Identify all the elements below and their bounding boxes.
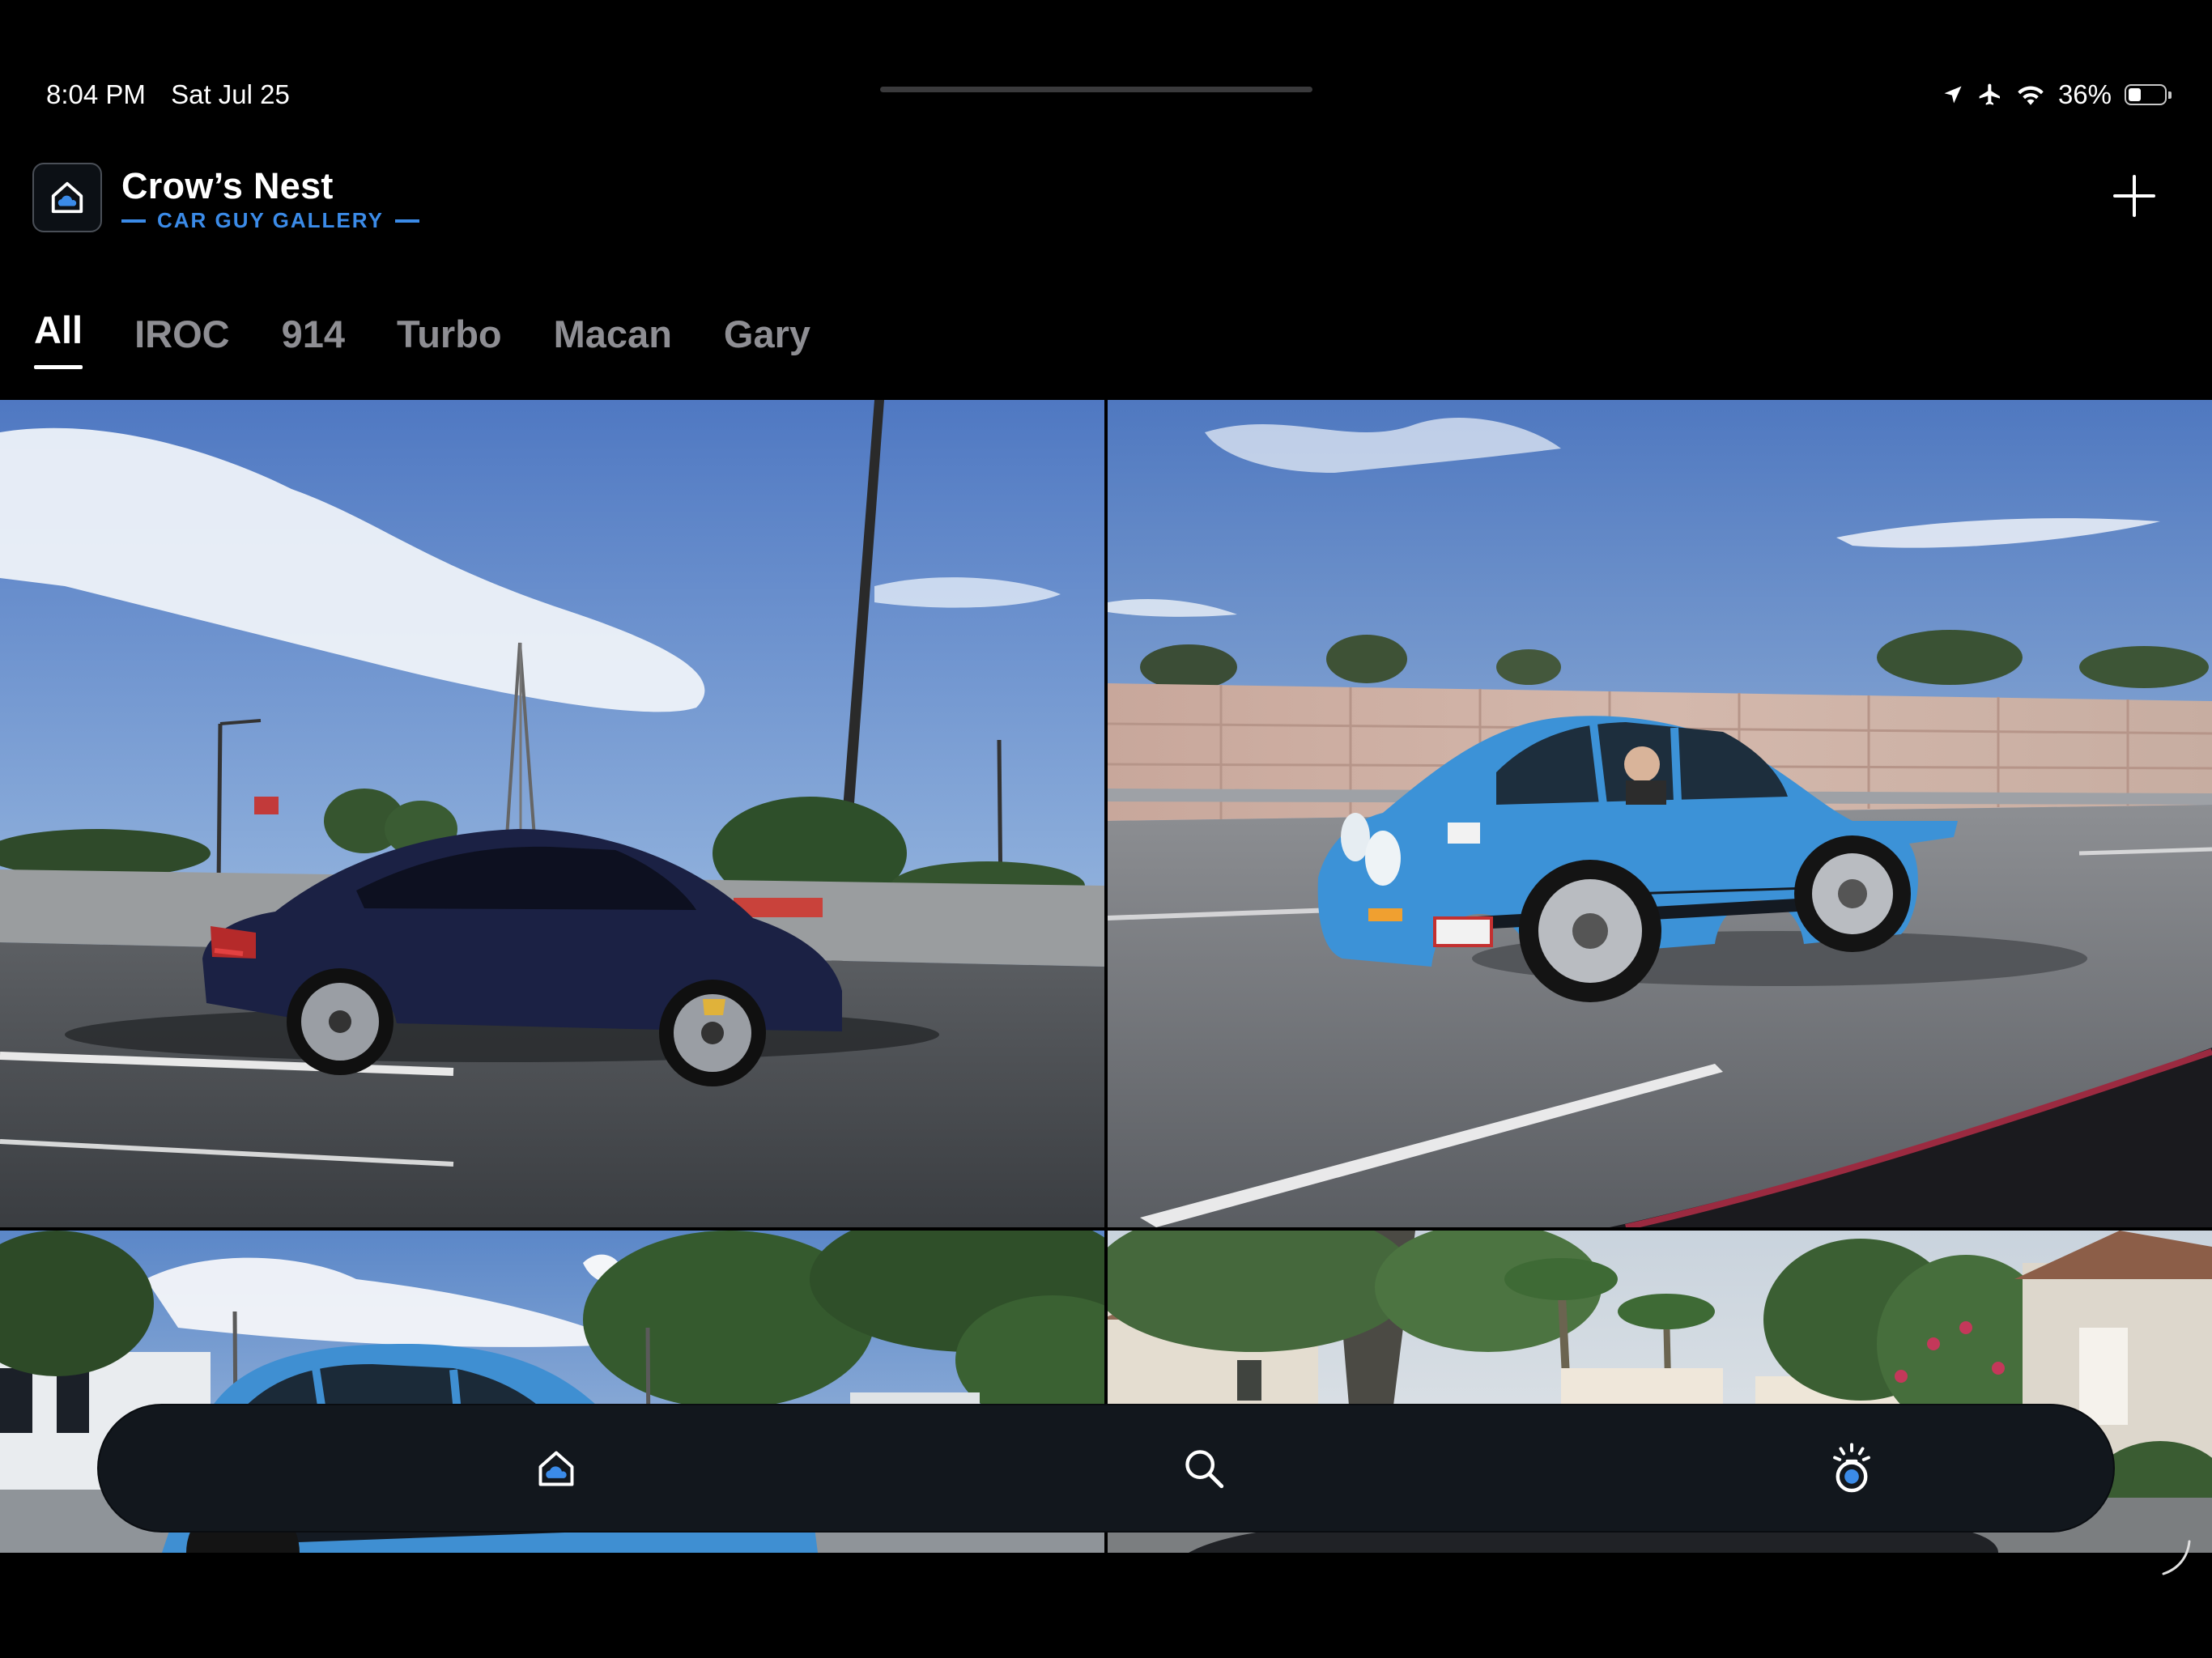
tab-macan[interactable]: Macan (554, 291, 672, 356)
tab-label: Turbo (396, 312, 502, 355)
active-tab-indicator (34, 365, 83, 369)
category-tabs: All IROC 914 Turbo Macan Gary (34, 291, 810, 369)
battery-icon (2125, 84, 2172, 105)
tab-gary[interactable]: Gary (724, 291, 810, 356)
location-arrow-icon (1944, 86, 1962, 104)
gallery-photo-1[interactable] (0, 400, 1104, 1227)
tab-label: All (34, 308, 83, 351)
tab-914[interactable]: 914 (282, 291, 345, 356)
subtitle-dash-right (394, 219, 419, 223)
tab-all[interactable]: All (34, 308, 83, 369)
battery-fill (2129, 88, 2141, 101)
tab-iroc[interactable]: IROC (134, 291, 230, 356)
tab-label: Gary (723, 312, 811, 355)
camera-spark-icon[interactable] (1823, 1440, 1880, 1497)
app-subtitle: CAR GUY GALLERY (121, 208, 419, 233)
status-time: 8:04 PM (46, 79, 146, 109)
photo-grid (0, 400, 2212, 1553)
photo-turbo-highway (0, 400, 1104, 1227)
subtitle-dash-left (121, 219, 146, 223)
wifi-icon (2018, 86, 2044, 105)
subtitle-text: CAR GUY GALLERY (157, 208, 384, 232)
tab-turbo[interactable]: Turbo (397, 291, 502, 356)
tab-label: 914 (281, 312, 345, 355)
status-left: 8:04 PM Sat Jul 25 (46, 79, 308, 110)
home-cloud-glyph (538, 1451, 574, 1486)
tab-label: Macan (553, 312, 672, 355)
app-title: Crow’s Nest (121, 165, 334, 206)
battery-percent: 36% (2057, 79, 2112, 109)
search-icon[interactable] (1176, 1440, 1232, 1497)
gallery-photo-2[interactable] (1108, 400, 2212, 1227)
magnifier-glyph (1185, 1450, 1224, 1489)
status-date: Sat Jul 25 (171, 79, 290, 109)
home-cloud-icon[interactable] (32, 163, 102, 232)
home-cloud-glyph (51, 181, 83, 214)
status-right: 36% (1942, 79, 2172, 110)
status-bar: 8:04 PM Sat Jul 25 36% (0, 0, 2212, 109)
multitasking-grabber[interactable] (880, 87, 1312, 92)
corner-curve-mark (2162, 1540, 2191, 1575)
bottom-tab-bar (99, 1405, 2113, 1531)
tab-label: IROC (134, 312, 230, 355)
airplane-icon (1979, 83, 2000, 105)
camera-spark-glyph (1833, 1443, 1870, 1493)
photo-iroc-highway (1108, 400, 2212, 1227)
plus-icon[interactable] (2113, 175, 2155, 217)
home-icon[interactable] (528, 1440, 585, 1497)
